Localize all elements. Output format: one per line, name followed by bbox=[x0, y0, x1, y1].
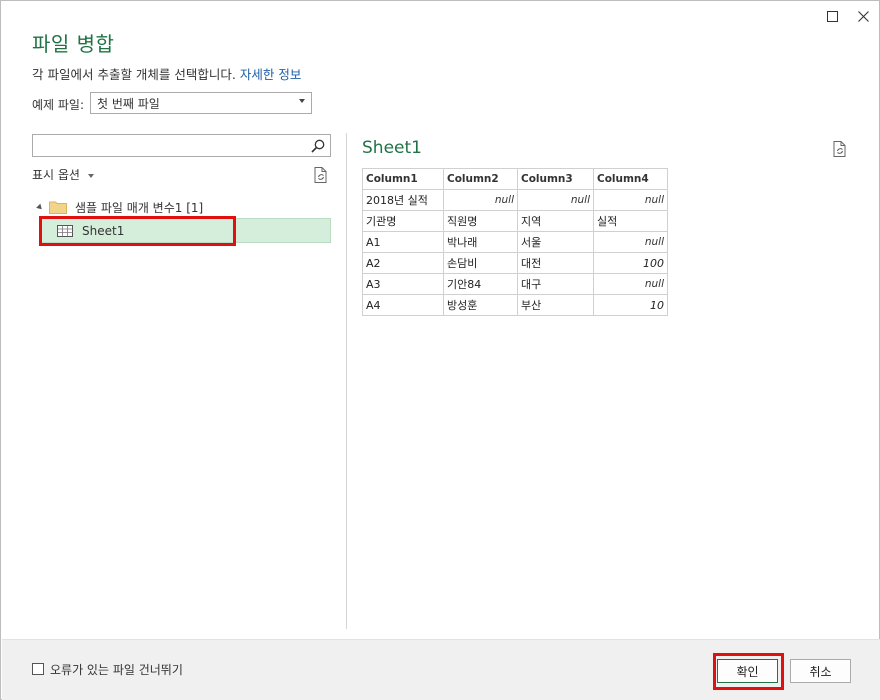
dialog-title: 파일 병합 bbox=[32, 32, 115, 56]
column-header: Column3 bbox=[517, 168, 594, 190]
table-cell: 방성훈 bbox=[443, 294, 518, 316]
table-cell: null bbox=[593, 189, 668, 211]
table-row: 2018년 실적 null null null bbox=[362, 189, 668, 211]
table-cell: 기안84 bbox=[443, 273, 518, 295]
table-cell: 기관명 bbox=[362, 210, 444, 232]
refresh-icon[interactable] bbox=[312, 166, 330, 184]
search-icon[interactable] bbox=[310, 138, 326, 154]
folder-icon bbox=[49, 201, 67, 214]
dialog-description: 각 파일에서 추출할 개체를 선택합니다. 자세한 정보 bbox=[32, 64, 301, 83]
combine-files-dialog: 파일 병합 각 파일에서 추출할 개체를 선택합니다. 자세한 정보 예제 파일… bbox=[0, 0, 880, 700]
close-button[interactable] bbox=[850, 5, 876, 27]
maximize-icon bbox=[826, 10, 838, 22]
maximize-button[interactable] bbox=[819, 5, 845, 27]
search-input[interactable] bbox=[32, 134, 331, 157]
panel-divider bbox=[346, 133, 347, 629]
table-cell: null bbox=[593, 231, 668, 253]
tree-item-sheet1[interactable]: Sheet1 bbox=[41, 218, 331, 243]
tree-item-label: Sheet1 bbox=[82, 223, 125, 238]
table-cell: 지역 bbox=[517, 210, 594, 232]
table-cell: 서울 bbox=[517, 231, 594, 253]
table-row: A2 손담비 대전 100 bbox=[362, 252, 668, 274]
table-cell: 대전 bbox=[517, 252, 594, 274]
tree-folder-parameter[interactable]: 샘플 파일 매개 변수1 [1] bbox=[36, 197, 204, 217]
table-cell: A2 bbox=[362, 252, 444, 274]
table-cell: 10 bbox=[593, 294, 668, 316]
sample-file-value: 첫 번째 파일 bbox=[97, 97, 160, 111]
table-cell: 2018년 실적 bbox=[362, 189, 444, 211]
table-icon bbox=[57, 224, 73, 237]
table-header-row: Column1 Column2 Column3 Column4 bbox=[362, 168, 668, 190]
table-cell: 박나래 bbox=[443, 231, 518, 253]
display-options-dropdown[interactable]: 표시 옵션 bbox=[32, 166, 94, 183]
sample-file-dropdown[interactable]: 첫 번째 파일 bbox=[90, 92, 312, 114]
description-text: 각 파일에서 추출할 개체를 선택합니다. bbox=[32, 67, 236, 82]
refresh-preview-icon[interactable] bbox=[831, 140, 849, 158]
table-cell: null bbox=[517, 189, 594, 211]
table-cell: 부산 bbox=[517, 294, 594, 316]
chevron-down-icon bbox=[299, 99, 305, 103]
table-row: A4 방성훈 부산 10 bbox=[362, 294, 668, 316]
column-header: Column1 bbox=[362, 168, 444, 190]
table-cell: 손담비 bbox=[443, 252, 518, 274]
table-cell: A3 bbox=[362, 273, 444, 295]
preview-title: Sheet1 bbox=[362, 138, 422, 158]
cancel-button[interactable]: 취소 bbox=[790, 659, 851, 683]
table-cell: A4 bbox=[362, 294, 444, 316]
skip-errors-checkbox[interactable] bbox=[32, 663, 44, 675]
table-cell: 직원명 bbox=[443, 210, 518, 232]
table-cell: null bbox=[443, 189, 518, 211]
skip-errors-label: 오류가 있는 파일 건너뛰기 bbox=[50, 663, 183, 677]
preview-table: Column1 Column2 Column3 Column4 2018년 실적… bbox=[362, 168, 668, 316]
table-cell: 실적 bbox=[593, 210, 668, 232]
table-row: A3 기안84 대구 null bbox=[362, 273, 668, 295]
caret-down-icon bbox=[87, 173, 94, 178]
close-icon bbox=[857, 10, 869, 22]
ok-button[interactable]: 확인 bbox=[717, 659, 778, 683]
table-cell: null bbox=[593, 273, 668, 295]
table-cell: 대구 bbox=[517, 273, 594, 295]
table-cell: 100 bbox=[593, 252, 668, 274]
table-cell: A1 bbox=[362, 231, 444, 253]
table-row: 기관명 직원명 지역 실적 bbox=[362, 210, 668, 232]
column-header: Column4 bbox=[593, 168, 668, 190]
expand-triangle-icon[interactable] bbox=[36, 203, 44, 211]
table-row: A1 박나래 서울 null bbox=[362, 231, 668, 253]
column-header: Column2 bbox=[443, 168, 518, 190]
sample-file-label: 예제 파일: bbox=[32, 98, 85, 112]
tree-folder-label: 샘플 파일 매개 변수1 [1] bbox=[75, 200, 204, 215]
more-info-link[interactable]: 자세한 정보 bbox=[240, 67, 301, 82]
display-options-label: 표시 옵션 bbox=[32, 168, 80, 182]
